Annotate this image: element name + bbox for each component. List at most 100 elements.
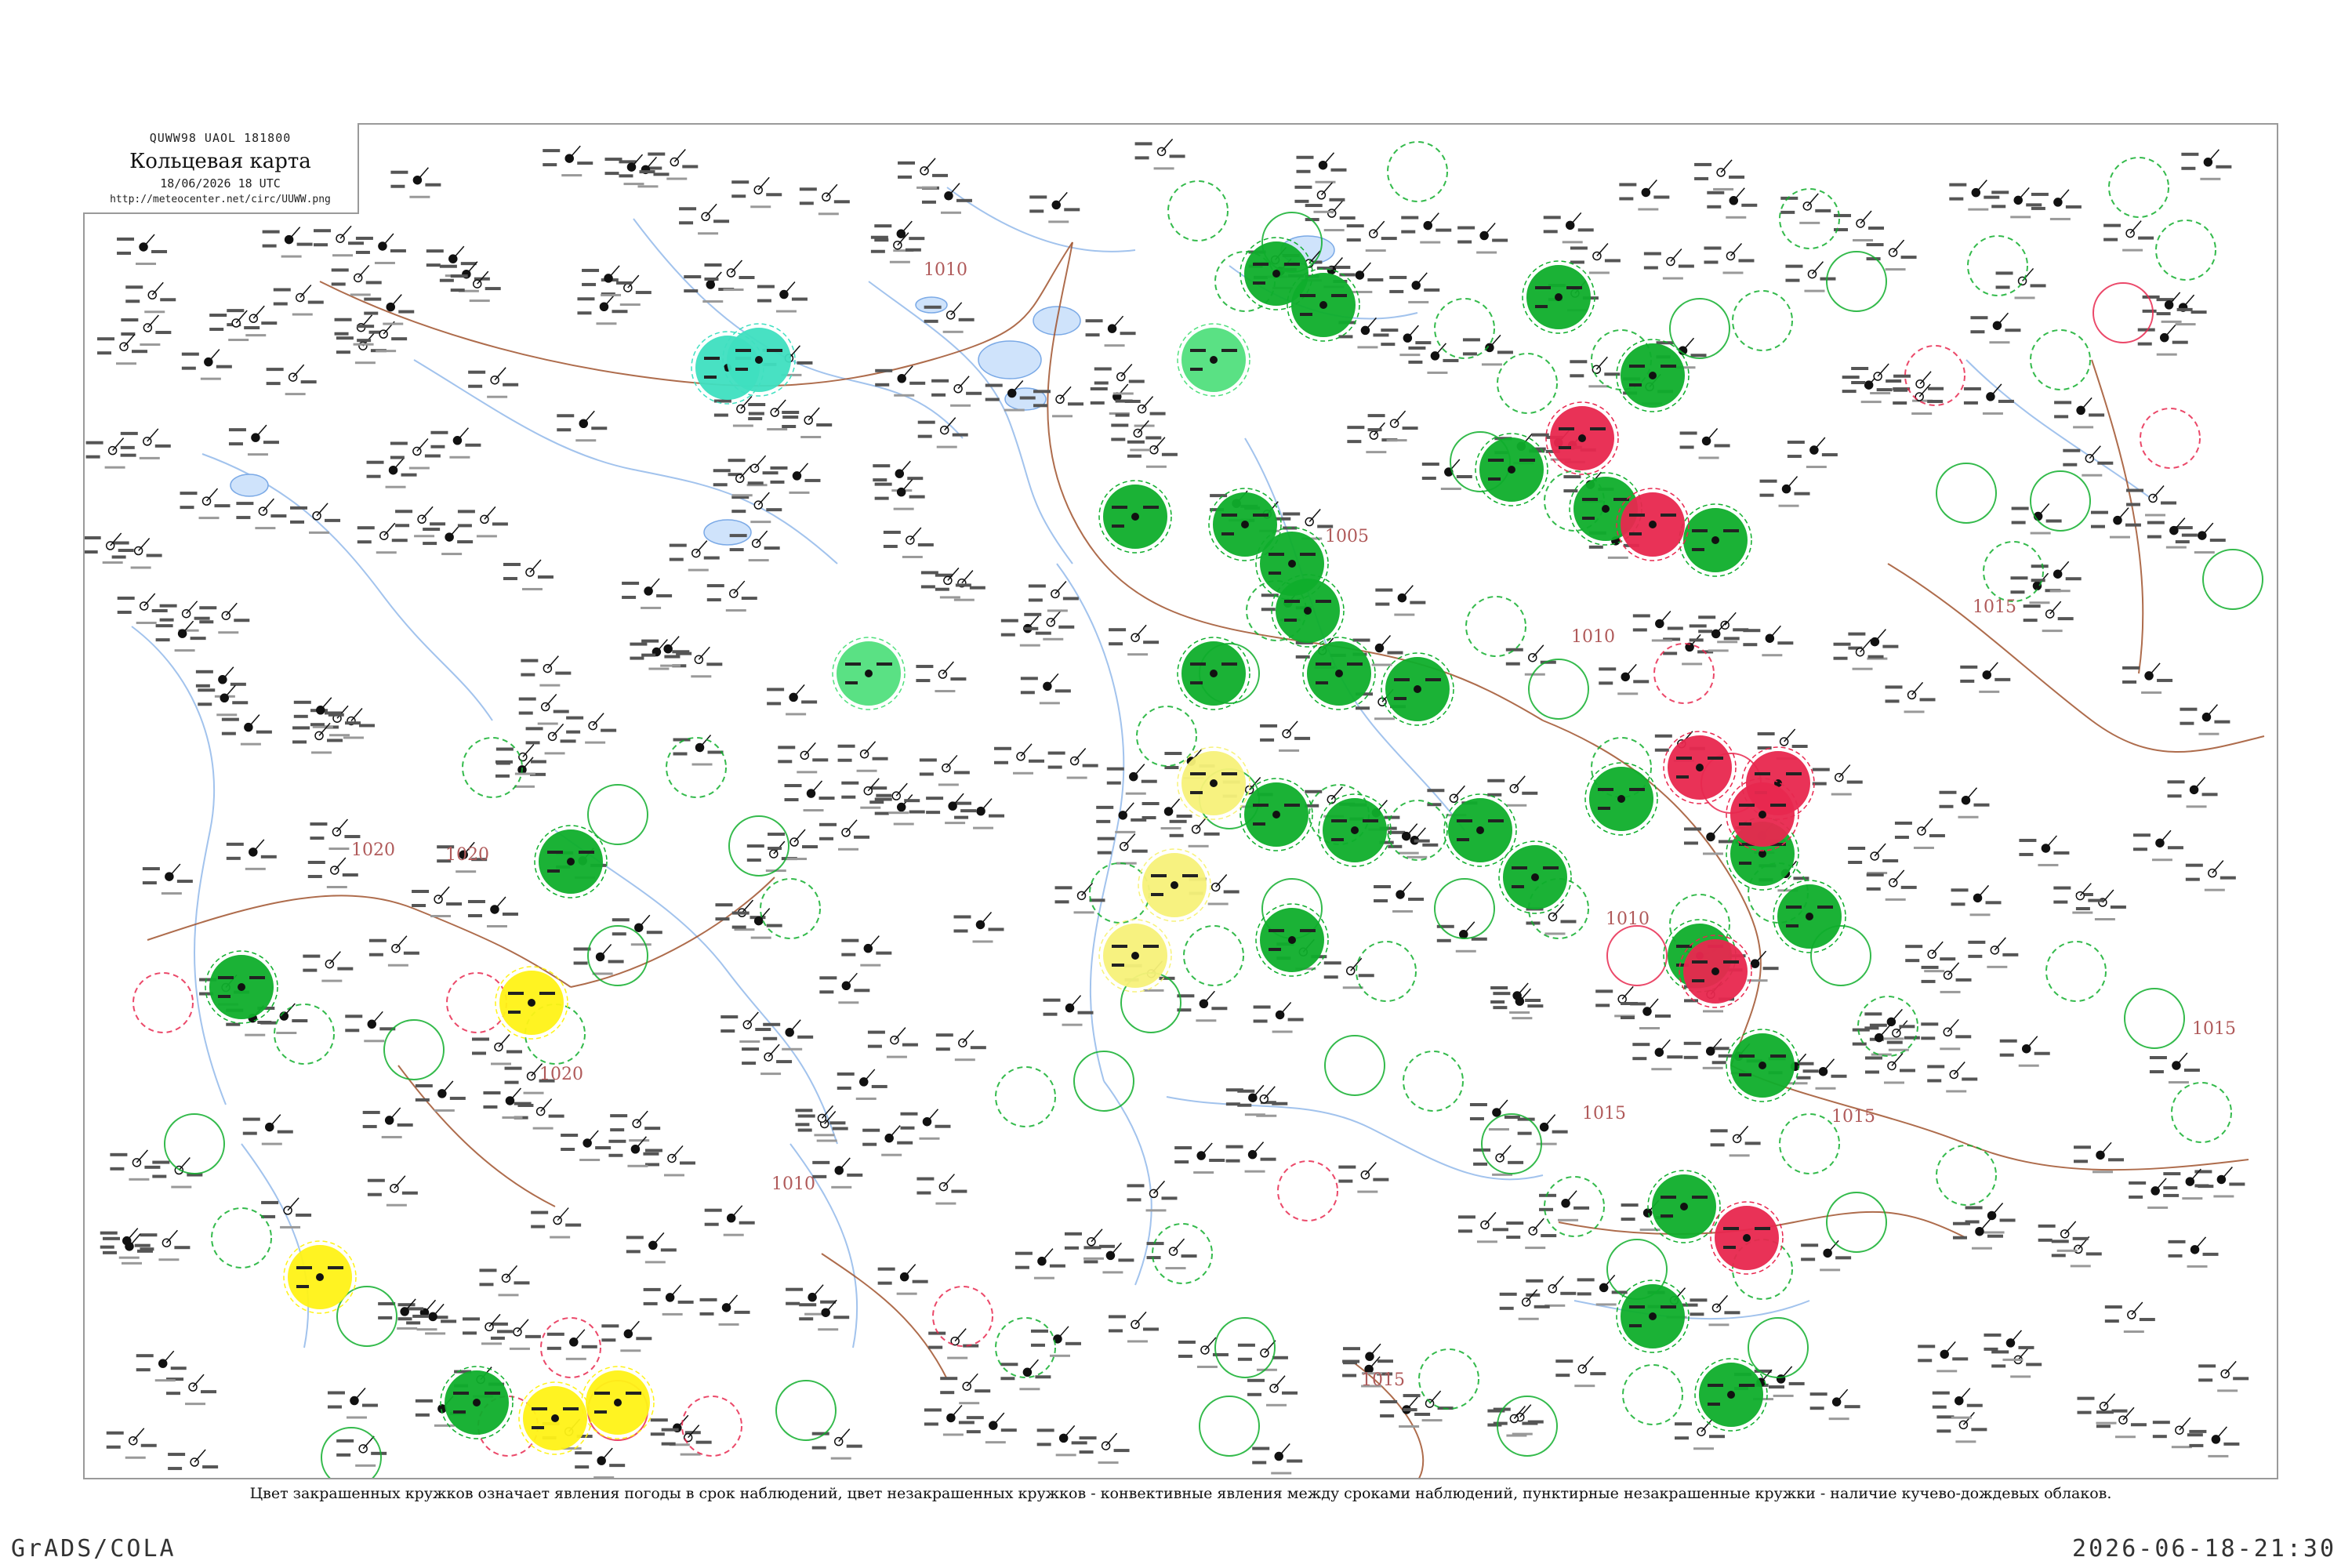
station-name: [1904, 710, 1925, 713]
station-value: [2163, 1193, 2180, 1197]
station-value: [2181, 166, 2196, 170]
wind-barb: [1123, 833, 1136, 848]
station-value: [439, 264, 457, 268]
station-value: [1145, 436, 1162, 440]
station-value: [2180, 707, 2198, 711]
station-plot: [195, 666, 246, 698]
station-value: [1984, 1347, 1998, 1351]
station-value: [608, 1139, 626, 1143]
station-name: [1127, 1340, 1148, 1343]
station-name: [1509, 1011, 1530, 1014]
station-name: [1145, 465, 1167, 468]
station-plot: [543, 145, 593, 177]
station-value: [797, 1128, 812, 1132]
station-value: [926, 797, 944, 800]
station-value: [2088, 898, 2104, 902]
wind-barb: [437, 886, 450, 900]
station-dot: [1680, 1203, 1688, 1210]
station-value: [117, 596, 135, 600]
station-name: [532, 1127, 554, 1130]
station-value: [1690, 1298, 1708, 1302]
station-value: [1295, 655, 1310, 659]
station-value: [1094, 381, 1109, 385]
station-value: [566, 716, 584, 720]
station-name: [1913, 846, 1934, 849]
station-value: [1058, 625, 1075, 629]
station-value: [1905, 959, 1920, 963]
station-name: [1595, 1303, 1617, 1306]
wind-barb: [1838, 764, 1851, 779]
wind-barb: [1874, 843, 1886, 857]
station-dot: [1335, 670, 1343, 677]
station-value: [1282, 1391, 1298, 1395]
wind-barb: [966, 1373, 978, 1387]
station-plot: [273, 285, 324, 316]
station-value: [1141, 779, 1157, 783]
station-value: [401, 473, 417, 477]
station-value: [746, 844, 764, 848]
wind-barb: [147, 314, 159, 328]
station-plot: [1389, 272, 1440, 303]
station-value: [277, 1130, 293, 1134]
station-value: [1995, 285, 2010, 289]
station-value: [566, 730, 581, 734]
wind-barb: [1116, 383, 1129, 397]
station-value: [1555, 1374, 1570, 1377]
legend-caption: Цвет закрашенных кружков означает явлени…: [249, 1485, 2112, 1502]
station-value: [770, 480, 785, 484]
wind-barb: [1706, 427, 1719, 441]
station-value: [926, 811, 941, 815]
wind-barb: [888, 1125, 901, 1139]
station-value: [1995, 271, 2013, 275]
wind-barb: [573, 1329, 586, 1343]
station-value: [327, 739, 343, 742]
station-value: [2108, 1158, 2125, 1162]
station-value: [650, 1432, 665, 1436]
station-name: [1651, 639, 1672, 642]
station-plot: [626, 1232, 677, 1264]
station-plot: [307, 857, 358, 888]
station-value: [496, 1330, 513, 1334]
station-plot: [841, 935, 892, 967]
station-value: [1851, 367, 1869, 371]
station-name: [1729, 1154, 1750, 1157]
station-value: [902, 1043, 918, 1047]
station-value: [561, 1133, 579, 1137]
station-value: [931, 393, 946, 397]
station-value: [1999, 1039, 2017, 1043]
station-value: [1629, 365, 1645, 368]
wind-barb: [1059, 386, 1072, 400]
station-dot: [1555, 293, 1563, 301]
wind-barb: [608, 265, 620, 279]
station-value: [1190, 349, 1206, 352]
station-value: [1457, 240, 1472, 244]
wind-barb: [1041, 1248, 1054, 1262]
wind-barb: [2194, 1236, 2207, 1250]
station-plot: [966, 1412, 1017, 1444]
station-value: [1471, 937, 1487, 941]
wind-barb: [774, 399, 786, 413]
station-plot: [770, 463, 821, 494]
station-value: [877, 1267, 895, 1271]
station-value: [1269, 572, 1281, 575]
wind-barb: [1513, 775, 1526, 789]
green-weather-circle: [1287, 268, 1360, 342]
station-value: [713, 469, 731, 473]
station-value: [154, 444, 171, 448]
convective-circle: [1622, 1364, 1683, 1425]
station-value: [1619, 183, 1637, 187]
station-plot: [644, 1145, 695, 1177]
station-value: [1994, 677, 2011, 681]
station-name: [1488, 1127, 1509, 1131]
station-name: [1055, 1454, 1076, 1457]
station-name: [1984, 1231, 2005, 1234]
station-value: [1203, 832, 1220, 836]
station-plot: [2122, 662, 2173, 694]
station-name: [860, 806, 881, 809]
station-value: [1951, 902, 1965, 906]
station-name: [1662, 277, 1683, 280]
station-value: [1174, 1146, 1192, 1150]
station-value: [1921, 1022, 1939, 1026]
station-value: [290, 506, 308, 510]
station-plot: [198, 684, 249, 717]
